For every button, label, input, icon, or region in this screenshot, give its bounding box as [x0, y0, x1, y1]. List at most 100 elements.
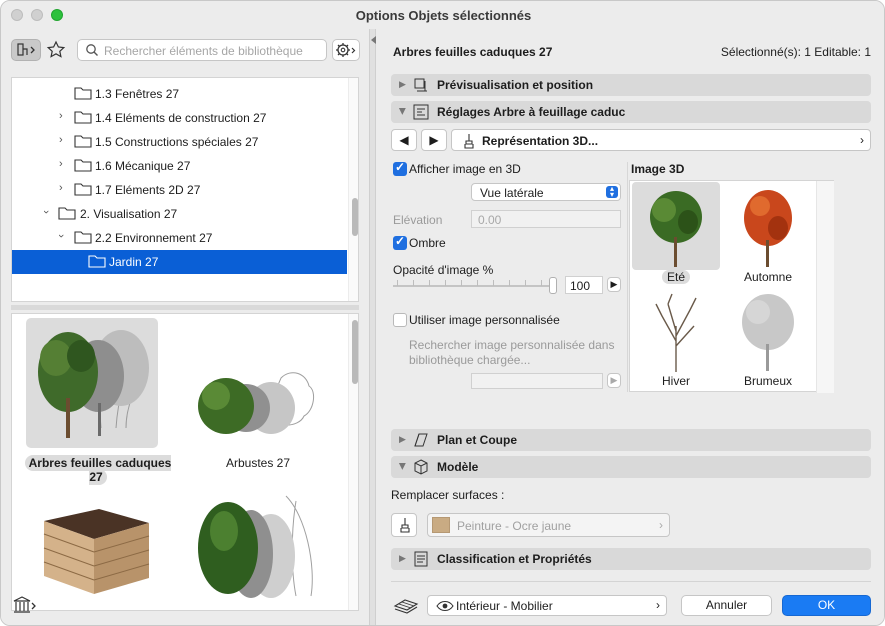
foggy-tree-icon — [724, 286, 812, 374]
library-manager-button[interactable] — [11, 594, 39, 616]
override-surfaces-button[interactable] — [391, 513, 417, 537]
layers-icon — [393, 599, 419, 614]
settings-panel: Arbres feuilles caduques 27 Sélectionné(… — [376, 29, 884, 625]
tree-item-label: 2.2 Environnement 27 — [95, 231, 213, 245]
tree-item-elements-2d[interactable]: › 1.7 Eléments 2D 27 — [12, 178, 347, 202]
image-option-ete[interactable]: Eté — [630, 181, 726, 284]
opacity-field[interactable]: 100 — [565, 276, 603, 294]
page-selector[interactable]: Représentation 3D... › — [451, 129, 871, 151]
library-manager-icon — [13, 596, 36, 613]
favorites-button[interactable] — [45, 39, 67, 61]
chevron-right-icon[interactable]: › — [59, 158, 63, 170]
custom-image-path-field[interactable] — [471, 373, 603, 389]
tree-item-mecanique[interactable]: › 1.6 Mécanique 27 — [12, 154, 347, 178]
disclosure-right-icon[interactable]: ▶ — [399, 79, 406, 90]
opacity-slider-knob[interactable] — [549, 277, 557, 294]
show-image-3d-label: Afficher image en 3D — [409, 162, 521, 176]
folder-icon — [74, 87, 92, 100]
selection-info: Sélectionné(s): 1 Editable: 1 — [720, 45, 871, 59]
tree-item-environnement[interactable]: › 2.2 Environnement 27 — [12, 226, 347, 250]
section-settings[interactable]: ▶ Réglages Arbre à feuillage caduc — [391, 101, 871, 123]
chevron-down-icon[interactable]: › — [55, 234, 67, 238]
page-navigator: ◀ ▶ Représentation 3D... › — [391, 129, 871, 151]
tree-item-label: 2. Visualisation 27 — [80, 207, 178, 221]
elevation-field[interactable]: 0.00 — [471, 210, 621, 228]
disclosure-right-icon[interactable]: ▶ — [399, 434, 406, 445]
layer-select[interactable]: Intérieur - Mobilier › — [427, 595, 667, 616]
disclosure-right-icon[interactable]: ▶ — [399, 553, 406, 564]
tree-item-jardin[interactable]: Jardin 27 — [12, 250, 347, 274]
gallery-item[interactable] — [178, 476, 338, 610]
winter-tree-icon — [632, 286, 720, 374]
custom-image-label: Utiliser image personnalisée — [409, 313, 560, 327]
gear-icon — [336, 43, 356, 57]
star-icon — [46, 40, 66, 58]
show-image-3d-checkbox[interactable] — [393, 160, 407, 176]
shadow-checkbox[interactable] — [393, 234, 407, 250]
slider-tick — [477, 280, 478, 286]
chevron-right-icon[interactable]: › — [59, 182, 63, 194]
custom-image-arrow-button[interactable]: ▶ — [607, 373, 621, 388]
section-model[interactable]: ▶ Modèle — [391, 456, 871, 478]
custom-image-checkbox[interactable] — [393, 313, 407, 327]
previous-page-button[interactable]: ◀ — [391, 129, 417, 151]
options-dialog: Options Objets sélectionnés Rechercher é… — [0, 0, 885, 626]
surface-select[interactable]: Peinture - Ocre jaune › — [427, 513, 670, 537]
folder-icon — [74, 231, 92, 244]
image-option-label: Automne — [743, 270, 793, 284]
chevron-right-icon[interactable]: › — [59, 134, 63, 146]
library-search[interactable]: Rechercher éléments de bibliothèque — [77, 39, 327, 61]
view-type-value: Vue latérale — [480, 186, 544, 200]
image-option-automne[interactable]: Automne — [722, 181, 818, 284]
tree-settings-icon — [413, 104, 429, 120]
cancel-button[interactable]: Annuler — [681, 595, 772, 616]
opacity-arrow-button[interactable]: ▶ — [607, 277, 621, 292]
footer-separator — [391, 581, 871, 582]
elevation-label: Elévation — [393, 213, 443, 227]
gallery-scrollbar[interactable] — [348, 314, 358, 610]
surface-value: Peinture - Ocre jaune — [457, 519, 572, 533]
preview-position-icon — [414, 78, 427, 92]
view-type-select[interactable]: Vue latérale ▴ ▾ — [471, 183, 621, 201]
eye-icon — [436, 600, 454, 612]
conifer-icon — [186, 476, 318, 606]
disclosure-down-icon[interactable]: ▶ — [397, 108, 408, 115]
ok-button[interactable]: OK — [782, 595, 871, 616]
panel-divider[interactable] — [369, 29, 376, 625]
tree-scrollbar[interactable] — [348, 78, 358, 301]
opacity-value: 100 — [570, 279, 591, 293]
section-classification[interactable]: ▶ Classification et Propriétés — [391, 548, 871, 570]
image3d-scrollbar[interactable] — [816, 181, 834, 393]
library-browser-button[interactable] — [11, 39, 41, 61]
disclosure-down-icon[interactable]: ▶ — [397, 463, 408, 470]
library-settings-button[interactable] — [332, 39, 360, 61]
chevron-down-icon[interactable]: › — [40, 210, 52, 214]
gallery-item[interactable]: Arbustes 27 — [178, 318, 338, 470]
slider-tick — [413, 280, 414, 286]
gallery-item[interactable] — [18, 476, 178, 610]
section-preview[interactable]: ▶ Prévisualisation et position — [391, 74, 871, 96]
layer-value: Intérieur - Mobilier — [456, 599, 553, 613]
gallery-scroll-thumb[interactable] — [352, 320, 358, 384]
tree-item-constructions-speciales[interactable]: › 1.5 Constructions spéciales 27 — [12, 130, 347, 154]
override-surfaces-label: Remplacer surfaces : — [391, 488, 505, 502]
folder-icon — [74, 111, 92, 124]
layer-icon-button[interactable] — [393, 594, 419, 616]
section-plan[interactable]: ▶ Plan et Coupe — [391, 429, 871, 451]
next-page-button[interactable]: ▶ — [421, 129, 447, 151]
tree-scroll-thumb[interactable] — [352, 198, 358, 236]
image-option-brumeux[interactable]: Brumeux — [722, 285, 818, 388]
tree-item-elements-construction[interactable]: › 1.4 Eléments de construction 27 — [12, 106, 347, 130]
opacity-slider[interactable] — [393, 285, 553, 287]
image-option-hiver[interactable]: Hiver — [630, 285, 726, 388]
tree-item-visualisation[interactable]: › 2. Visualisation 27 — [12, 202, 347, 226]
slider-tick — [541, 280, 542, 286]
search-placeholder: Rechercher éléments de bibliothèque — [104, 44, 303, 58]
panel-splitter[interactable] — [11, 305, 359, 310]
gallery-item[interactable]: Arbres feuilles caduques 27 — [18, 318, 178, 485]
tree-item-fenetres[interactable]: 1.3 Fenêtres 27 — [12, 82, 347, 106]
chevron-right-icon[interactable]: › — [59, 110, 63, 122]
folder-icon — [58, 207, 76, 220]
slider-tick — [493, 280, 494, 286]
section-title: Plan et Coupe — [437, 433, 518, 447]
